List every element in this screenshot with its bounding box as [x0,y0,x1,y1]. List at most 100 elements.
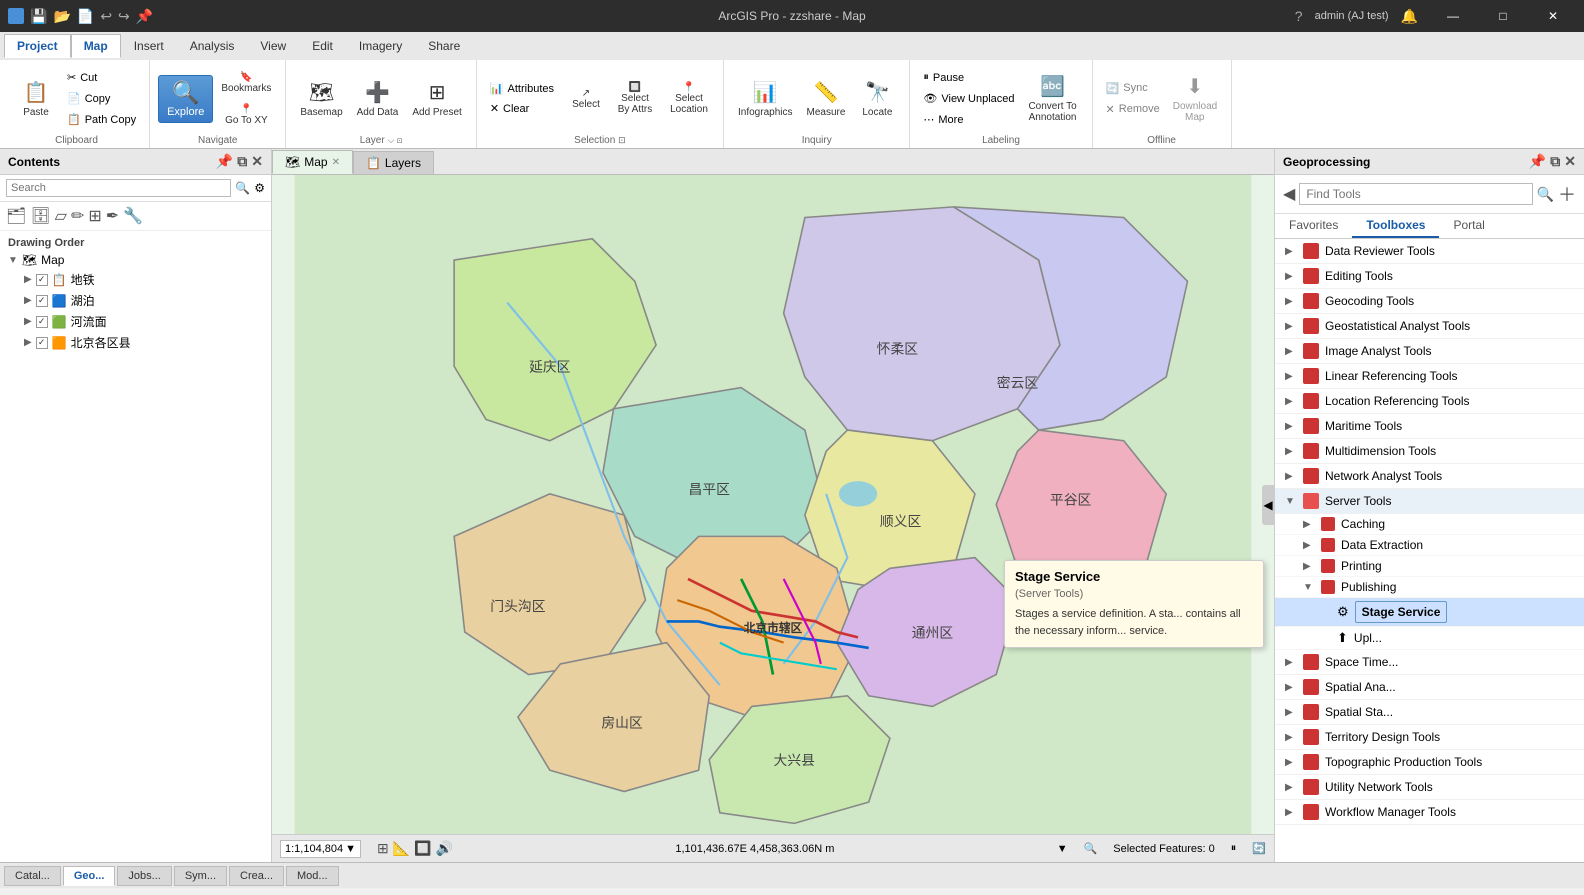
toolbox-location-ref[interactable]: ▶ Location Referencing Tools [1275,389,1584,414]
layer-type-icon-1[interactable]: 🗂 [6,206,26,226]
maximize-button[interactable]: □ [1480,0,1526,32]
toolbox-geostatistical[interactable]: ▶ Geostatistical Analyst Tools [1275,314,1584,339]
geopanel-close-icon[interactable]: ✕ [1564,153,1576,170]
remove-button[interactable]: ✕ Remove [1101,100,1165,119]
user-label[interactable]: admin (AJ test) [1315,10,1389,22]
ribbon-tab-view[interactable]: View [247,34,299,58]
toolbox-space-time[interactable]: ▶ Space Time... [1275,650,1584,675]
map-tab-layers[interactable]: 📋 Layers [353,151,434,174]
find-tools-input[interactable] [1299,183,1532,205]
basemap-button[interactable]: 🗺 Basemap [294,76,348,122]
toolbox-editing[interactable]: ▶ Editing Tools [1275,264,1584,289]
toolbox-workflow-manager[interactable]: ▶ Workflow Manager Tools [1275,800,1584,825]
toolbox-printing[interactable]: ▶ Printing [1275,556,1584,577]
status-icon-4[interactable]: 🔊 [436,840,453,857]
bottom-tab-geo[interactable]: Geo... [63,866,116,886]
locate-button[interactable]: 🔭 Locate [853,76,901,122]
add-data-button[interactable]: ➕ Add Data [351,76,405,122]
scale-selector[interactable]: 1:1,104,804 ▼ [280,840,361,858]
bookmarks-button[interactable]: 🔖 Bookmarks [215,68,277,98]
layer-type-icon-5[interactable]: ⊞ [88,206,101,226]
convert-to-annotation-button[interactable]: 🔤 Convert To Annotation [1022,70,1084,127]
tree-item-lake[interactable]: ▶ ✓ 🟦 湖泊 [8,290,263,311]
add-preset-button[interactable]: ⊞ Add Preset [406,76,467,122]
geo-tab-portal[interactable]: Portal [1439,214,1498,238]
redo-icon[interactable]: ↪ [118,8,130,25]
toolbox-stage-service[interactable]: ⚙ Stage Service [1275,598,1584,627]
notification-icon[interactable]: 🔔 [1401,8,1418,25]
attributes-button[interactable]: 📊 Attributes [485,79,559,98]
toolbox-data-reviewer[interactable]: ▶ Data Reviewer Tools [1275,239,1584,264]
ribbon-tab-analysis[interactable]: Analysis [177,34,248,58]
checkbox-lake[interactable]: ✓ [36,295,48,307]
select-by-location-button[interactable]: 📍 Select Location [663,78,715,119]
refresh-icon[interactable]: 🔄 [1252,842,1266,855]
help-button[interactable]: ? [1295,8,1303,24]
ribbon-tab-insert[interactable]: Insert [121,34,177,58]
coordinates-dropdown[interactable]: ▼ [1057,843,1068,855]
measure-button[interactable]: 📏 Measure [800,76,851,122]
paste-button[interactable]: 📋 Paste [12,76,60,122]
path-copy-button[interactable]: 📋 Path Copy [62,110,141,129]
checkbox-river[interactable]: ✓ [36,316,48,328]
ribbon-tab-map[interactable]: Map [71,34,121,58]
toolbox-spatial-ana[interactable]: ▶ Spatial Ana... [1275,675,1584,700]
map-tab-map[interactable]: 🗺 Map ✕ [272,150,353,174]
geopanel-float-icon[interactable]: ⧉ [1550,153,1560,170]
sync-button[interactable]: 🔄 Sync [1101,79,1165,98]
close-button[interactable]: ✕ [1530,0,1576,32]
status-icon-3[interactable]: 🔲 [414,840,431,857]
bottom-tab-catalog[interactable]: Catal... [4,866,61,886]
toolbox-territory-design[interactable]: ▶ Territory Design Tools [1275,725,1584,750]
toolbox-linear-ref[interactable]: ▶ Linear Referencing Tools [1275,364,1584,389]
toolbox-caching[interactable]: ▶ Caching [1275,514,1584,535]
more-button[interactable]: ⋯ More [918,110,1019,129]
toolbox-network-analyst[interactable]: ▶ Network Analyst Tools [1275,464,1584,489]
toolbox-server-tools[interactable]: ▼ Server Tools [1275,489,1584,514]
cut-button[interactable]: ✂ Cut [62,68,141,87]
toolbox-spatial-sta[interactable]: ▶ Spatial Sta... [1275,700,1584,725]
add-toolbox-button[interactable]: ＋ [1558,181,1576,207]
back-button[interactable]: ◀ [1283,184,1295,204]
geo-tab-favorites[interactable]: Favorites [1275,214,1352,238]
bottom-tab-jobs[interactable]: Jobs... [117,866,171,886]
infographics-button[interactable]: 📊 Infographics [732,76,798,122]
open-icon[interactable]: 📂 [53,8,70,25]
select-button[interactable]: ↗ Select [565,84,607,114]
tree-item-map[interactable]: ▼ 🗺 Map [8,251,263,269]
toolbox-image-analyst[interactable]: ▶ Image Analyst Tools [1275,339,1584,364]
ribbon-tab-project[interactable]: Project [4,34,71,58]
checkbox-metro[interactable]: ✓ [36,274,48,286]
status-icon-2[interactable]: 📐 [393,840,410,857]
geopanel-unpin-icon[interactable]: 📌 [1529,153,1546,170]
toolbox-topographic-prod[interactable]: ▶ Topographic Production Tools [1275,750,1584,775]
tree-item-districts[interactable]: ▶ ✓ 🟧 北京各区县 [8,332,263,353]
tree-item-river[interactable]: ▶ ✓ 🟩 河流面 [8,311,263,332]
toolbox-publishing[interactable]: ▼ Publishing [1275,577,1584,598]
ribbon-tab-edit[interactable]: Edit [299,34,346,58]
toolbox-geocoding[interactable]: ▶ Geocoding Tools [1275,289,1584,314]
checkbox-districts[interactable]: ✓ [36,337,48,349]
layer-type-icon-3[interactable]: ▱ [55,206,67,226]
map-canvas[interactable]: 怀柔区 密云区 延庆区 昌平区 平谷区 顺义区 门头沟区 北京市辖区 通州区 房… [272,175,1274,834]
toolbox-multidimension[interactable]: ▶ Multidimension Tools [1275,439,1584,464]
select-by-attrs-button[interactable]: 🔲 Select By Attrs [609,78,661,119]
save-icon[interactable]: 💾 [30,8,47,25]
new-icon[interactable]: 📄 [77,8,94,25]
ribbon-tab-share[interactable]: Share [415,34,473,58]
explore-button[interactable]: 🔍 Explore [158,75,213,123]
search-input[interactable] [6,179,231,197]
bottom-tab-sym[interactable]: Sym... [174,866,227,886]
find-tools-search-icon[interactable]: 🔍 [1537,186,1554,203]
pause-button[interactable]: ⏸ Pause [918,68,1019,87]
toolbox-maritime[interactable]: ▶ Maritime Tools [1275,414,1584,439]
layer-type-icon-2[interactable]: 🗄 [30,206,50,226]
float-icon[interactable]: ⧉ [237,153,247,170]
download-map-button[interactable]: ⬇ Download Map [1167,70,1223,127]
clear-button[interactable]: ✕ Clear [485,99,559,118]
status-icon-1[interactable]: ⊞ [377,840,389,857]
map-tab-close[interactable]: ✕ [332,157,340,168]
layer-type-icon-7[interactable]: 🔧 [123,206,143,226]
view-unplaced-button[interactable]: 👁 View Unplaced [918,89,1019,108]
toolbox-data-extraction[interactable]: ▶ Data Extraction [1275,535,1584,556]
